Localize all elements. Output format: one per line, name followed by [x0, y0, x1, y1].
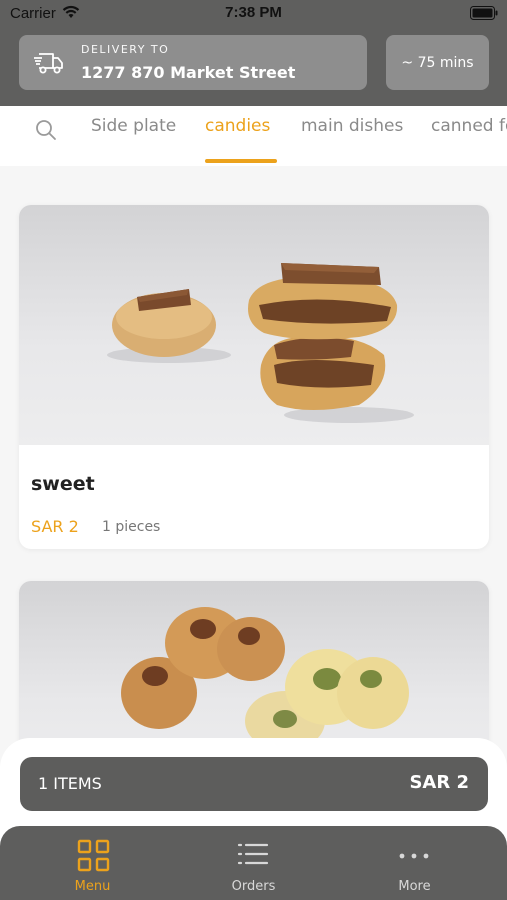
tab-main-dishes[interactable]: main dishes	[301, 116, 403, 136]
status-time: 7:38 PM	[225, 4, 282, 21]
category-tabs: Side plate candies main dishes canned fo	[0, 106, 507, 166]
product-image	[19, 205, 489, 445]
cart-total: SAR 2	[409, 772, 469, 793]
bottom-nav: Menu Orders More	[0, 826, 507, 900]
delivery-address: 1277 870 Market Street	[81, 63, 296, 82]
grid-icon	[77, 839, 111, 873]
active-tab-indicator	[205, 159, 277, 163]
nav-more-label: More	[398, 879, 431, 894]
delivery-label: DELIVERY TO	[81, 43, 170, 56]
tab-side-plate[interactable]: Side plate	[91, 116, 176, 136]
view-cart-button[interactable]: 1 ITEMS SAR 2	[20, 757, 488, 811]
product-card[interactable]: sweet SAR 2 1 pieces	[19, 205, 489, 549]
nav-orders-label: Orders	[231, 879, 276, 894]
nav-menu[interactable]: Menu	[8, 826, 177, 900]
tab-candies[interactable]: candies	[205, 116, 270, 136]
cart-item-count: 1 ITEMS	[38, 774, 102, 793]
more-dots-icon	[397, 839, 431, 873]
nav-menu-label: Menu	[74, 879, 111, 894]
status-bar: Carrier 7:38 PM	[0, 0, 507, 28]
delivery-address-button[interactable]: DELIVERY TO 1277 870 Market Street	[19, 35, 367, 90]
product-quantity: 1 pieces	[102, 519, 161, 535]
app-header: Carrier 7:38 PM DELIVERY TO 1277 870 Mar…	[0, 0, 507, 106]
product-price: SAR 2	[31, 517, 79, 536]
nav-more[interactable]: More	[330, 826, 499, 900]
battery-icon	[470, 6, 498, 24]
nav-orders[interactable]: Orders	[169, 826, 338, 900]
search-icon[interactable]	[34, 118, 58, 142]
delivery-eta-button[interactable]: ~ 75 mins	[386, 35, 489, 90]
delivery-truck-icon	[33, 50, 65, 76]
list-icon	[236, 839, 270, 873]
eta-label: ~ 75 mins	[401, 54, 474, 71]
product-name: sweet	[31, 473, 95, 495]
tab-canned-food[interactable]: canned fo	[431, 116, 507, 136]
